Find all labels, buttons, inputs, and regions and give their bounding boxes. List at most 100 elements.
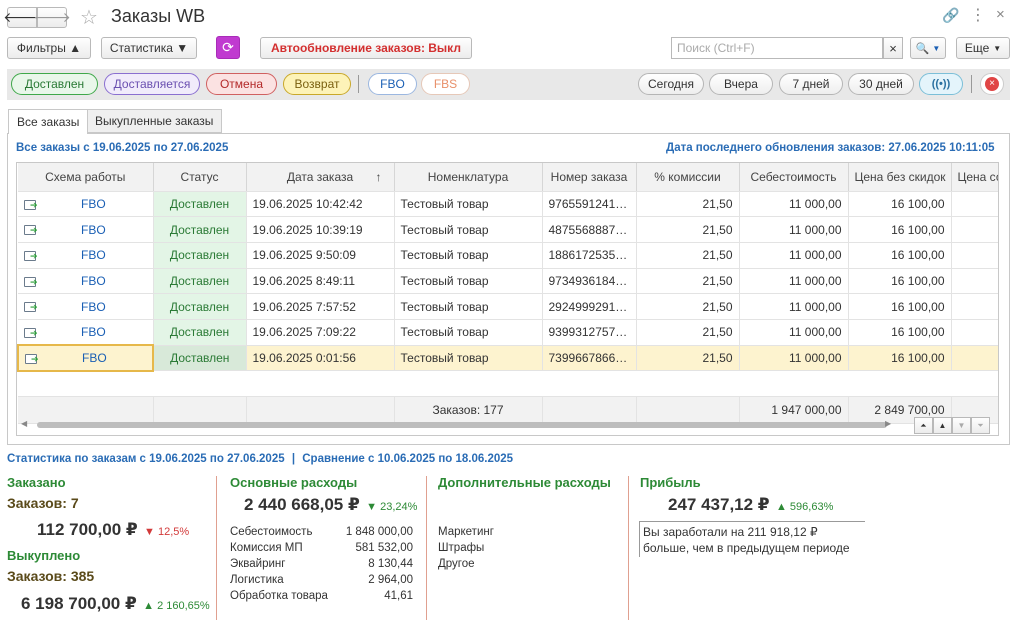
clear-filter-button[interactable]: ×	[980, 73, 1004, 95]
table-row[interactable]: FBO Доставлен 19.06.2025 7:09:22 Тестовы…	[18, 319, 998, 346]
bought-title: Выкуплено	[7, 548, 81, 563]
commission-cell: 21,50	[636, 216, 740, 243]
empty-row	[18, 370, 998, 397]
search-placeholder: Поиск (Ctrl+F)	[677, 41, 755, 55]
menu-dots-icon[interactable]: ⋮	[970, 5, 986, 25]
tab-all-orders[interactable]: Все заказы	[8, 109, 89, 134]
expense-value: 8 130,44	[368, 558, 413, 570]
search-input[interactable]: Поиск (Ctrl+F)	[671, 37, 883, 59]
table-row-selected[interactable]: FBO Доставлен 19.06.2025 0:01:56 Тестовы…	[17, 344, 998, 372]
col-price[interactable]: Цена без скидок	[848, 163, 952, 192]
scheme-cell: FBO	[18, 268, 154, 295]
period-30days[interactable]: 30 дней	[848, 73, 914, 95]
filter-fbs[interactable]: FBS	[421, 73, 470, 95]
col-cost[interactable]: Себестоимость	[739, 163, 849, 192]
scroll-thumb[interactable]	[37, 422, 887, 428]
horizontal-scrollbar[interactable]: ◀ ▶	[17, 418, 897, 432]
item-cell: Тестовый товар	[394, 345, 543, 372]
scroll-right-icon[interactable]: ▶	[885, 419, 891, 428]
scroll-up-button[interactable]: ▲	[933, 417, 952, 434]
expense-value: 581 532,00	[355, 542, 413, 554]
scheme-value: FBO	[81, 248, 106, 263]
refresh-button[interactable]: ⟳	[216, 36, 240, 59]
cost-cell: 11 000,00	[739, 268, 849, 295]
scheme-cell: FBO	[18, 242, 154, 269]
broadcast-toggle[interactable]: ((•))	[919, 73, 963, 95]
main-expenses-total-line: 2 440 668,05 ₽ ▼ 23,24%	[244, 495, 417, 515]
col-scheme[interactable]: Схема работы	[18, 163, 154, 192]
empty-cell	[951, 345, 998, 372]
price-cell: 16 100,00	[848, 216, 952, 243]
cost-cell: 11 000,00	[739, 242, 849, 269]
ordered-amount-line: 112 700,00 ₽ ▼ 12,5%	[37, 520, 189, 540]
table-header: Схема работы Статус Дата заказа ↑ Номенкл…	[18, 163, 998, 192]
extra-expense-label: Маркетинг	[438, 526, 494, 538]
status-cell: Доставлен	[153, 319, 247, 346]
scheme-cell: FBO	[17, 344, 154, 372]
scheme-cell: FBO	[18, 216, 154, 243]
filter-delivering[interactable]: Доставляется	[104, 73, 200, 95]
cost-cell: 11 000,00	[739, 191, 849, 218]
scroll-top-button[interactable]: ⏶	[914, 417, 933, 434]
price-cell: 16 100,00	[848, 242, 952, 269]
item-cell: Тестовый товар	[394, 242, 543, 269]
item-cell: Тестовый товар	[394, 319, 543, 346]
price-cell: 16 100,00	[848, 319, 952, 346]
scheme-cell: FBO	[18, 319, 154, 346]
period-7days[interactable]: 7 дней	[779, 73, 843, 95]
status-cell: Доставлен	[153, 191, 247, 218]
search-button[interactable]: 🔍 ▼	[910, 37, 946, 59]
col-date-label: Дата заказа	[286, 169, 354, 184]
period-yesterday[interactable]: Вчера	[709, 73, 773, 95]
profit-total: 247 437,12 ₽	[668, 495, 770, 514]
filter-cancel[interactable]: Отмена	[206, 73, 277, 95]
last-update-label: Дата последнего обновления заказов: 27.0…	[666, 142, 995, 154]
divider	[426, 476, 427, 620]
date-cell: 19.06.2025 10:39:19	[246, 216, 395, 243]
table-row[interactable]: FBO Доставлен 19.06.2025 10:42:42 Тестов…	[18, 191, 998, 218]
more-button[interactable]: Еще ▼	[956, 37, 1010, 59]
table-row[interactable]: FBO Доставлен 19.06.2025 10:39:19 Тестов…	[18, 216, 998, 243]
status-cell: Доставлен	[153, 242, 247, 269]
empty-cell	[951, 319, 998, 346]
period-today[interactable]: Сегодня	[638, 73, 704, 95]
col-price-discount[interactable]: Цена со	[951, 163, 998, 192]
bought-count: Заказов: 385	[7, 568, 95, 584]
scroll-bottom-button[interactable]: ⏷	[971, 417, 990, 434]
bought-delta: ▲ 2 160,65%	[143, 600, 210, 612]
filters-button[interactable]: Фильтры ▲	[7, 37, 91, 59]
table-row[interactable]: FBO Доставлен 19.06.2025 7:57:52 Тестовы…	[18, 293, 998, 320]
filter-delivered[interactable]: Доставлен	[11, 73, 98, 95]
col-status[interactable]: Статус	[153, 163, 247, 192]
filter-return[interactable]: Возврат	[283, 73, 351, 95]
date-cell: 19.06.2025 0:01:56	[246, 345, 395, 372]
scroll-left-icon[interactable]: ◀	[21, 419, 27, 428]
sort-up-icon: ↑	[375, 169, 382, 184]
col-number[interactable]: Номер заказа	[542, 163, 637, 192]
empty-cell	[951, 293, 998, 320]
scroll-down-button[interactable]: ▼	[952, 417, 971, 434]
col-date[interactable]: Дата заказа ↑	[246, 163, 395, 192]
filter-fbo[interactable]: FBO	[368, 73, 417, 95]
commission-cell: 21,50	[636, 293, 740, 320]
favorite-star-icon[interactable]: ☆	[80, 5, 98, 30]
close-icon[interactable]: ×	[996, 6, 1005, 23]
scheme-value: FBO	[82, 350, 107, 365]
scheme-value: FBO	[81, 325, 106, 340]
clear-search-button[interactable]: ×	[883, 37, 903, 59]
forward-button[interactable]: 🡒	[33, 7, 71, 28]
table-row[interactable]: FBO Доставлен 19.06.2025 8:49:11 Тестовы…	[18, 268, 998, 295]
statistics-button[interactable]: Статистика ▼	[101, 37, 197, 59]
col-commission[interactable]: % комиссии	[636, 163, 740, 192]
empty-cell	[951, 216, 998, 243]
status-cell: Доставлен	[153, 293, 247, 320]
col-item[interactable]: Номенклатура	[394, 163, 543, 192]
autoupdate-button[interactable]: Автообновление заказов: Выкл	[260, 37, 472, 59]
empty-cell	[951, 268, 998, 295]
commission-cell: 21,50	[636, 345, 740, 372]
tab-bought-orders[interactable]: Выкупленные заказы	[86, 109, 223, 133]
table-row[interactable]: FBO Доставлен 19.06.2025 9:50:09 Тестовы…	[18, 242, 998, 269]
date-cell: 19.06.2025 7:09:22	[246, 319, 395, 346]
date-cell: 19.06.2025 10:42:42	[246, 191, 395, 218]
link-icon[interactable]: 🔗	[942, 7, 959, 24]
